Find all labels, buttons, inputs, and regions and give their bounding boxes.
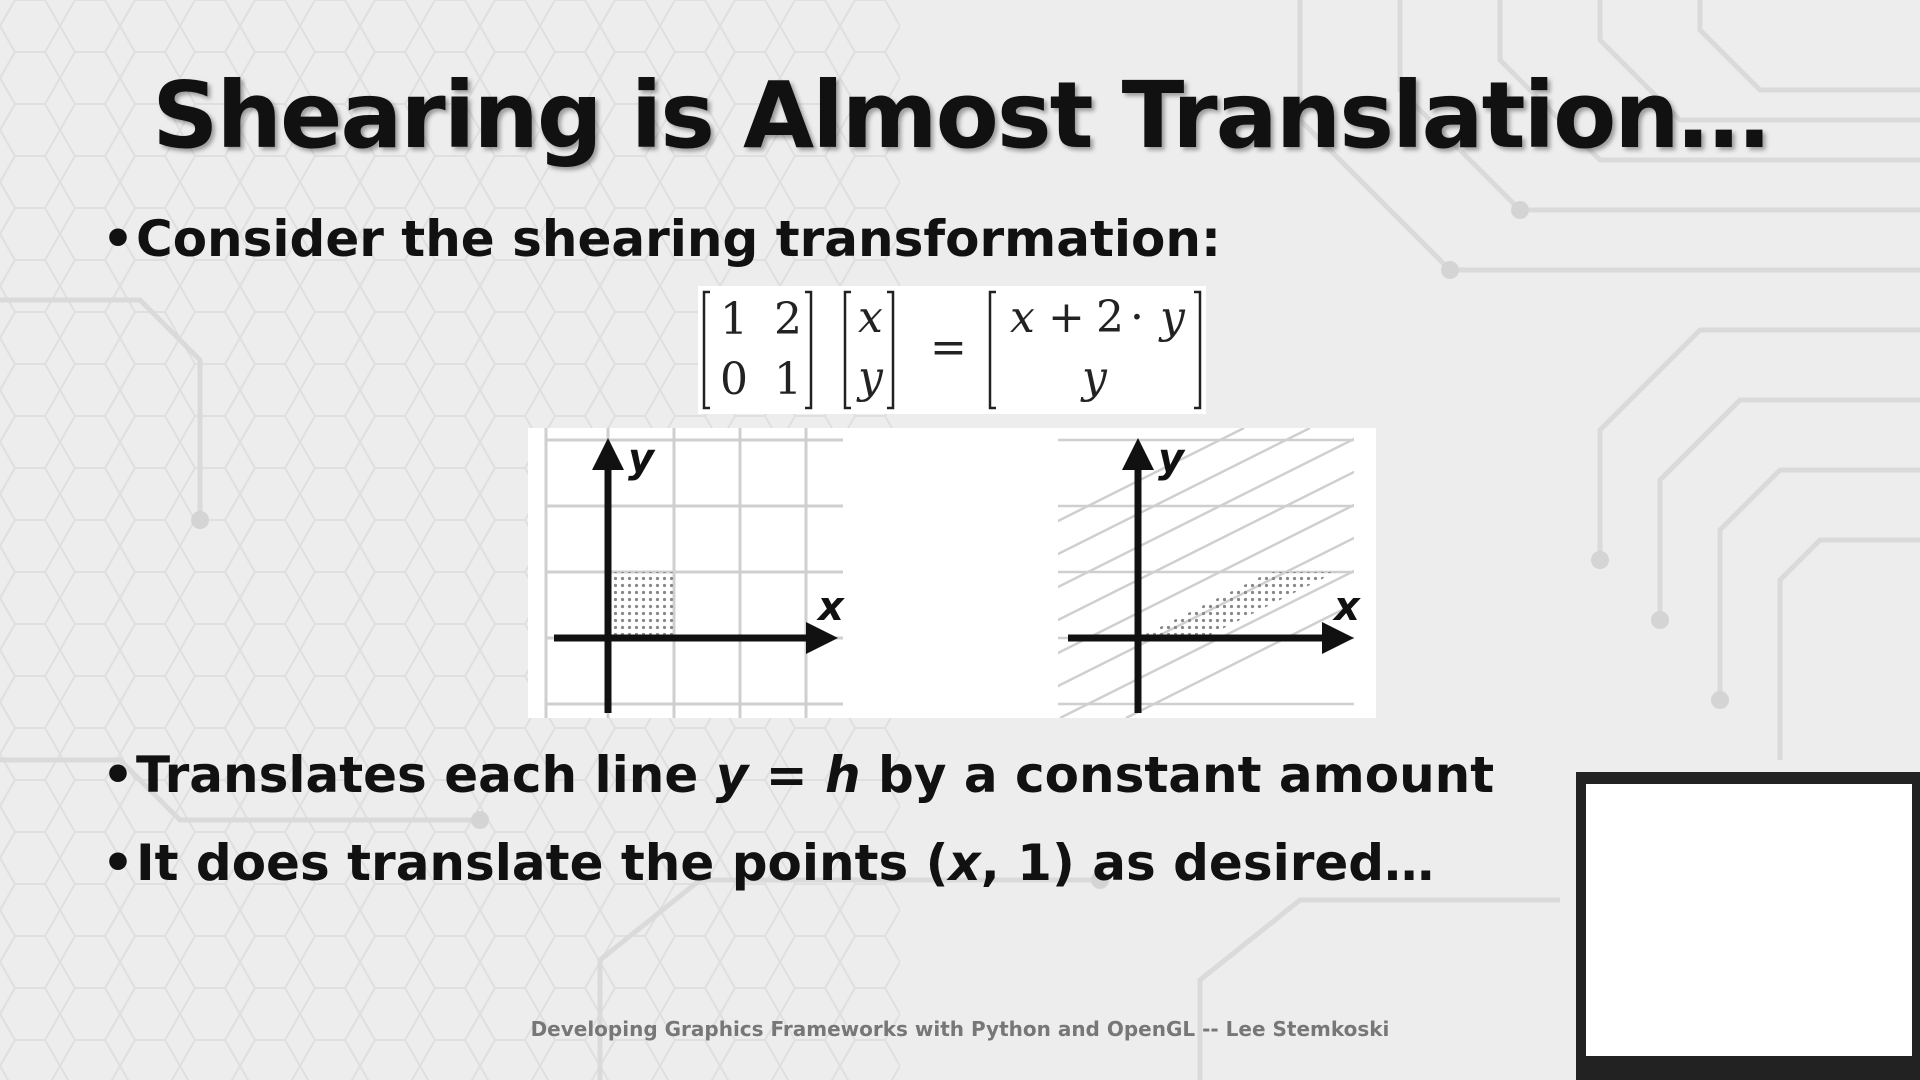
right-y-arrow <box>1122 438 1154 470</box>
bullet-translates: •Translates each line y = h by a constan… <box>102 746 1494 804</box>
matrix-a22: 1 <box>774 354 802 405</box>
vector-y: y <box>858 352 883 403</box>
bullet-translate-points: •It does translate the points (x, 1) as … <box>102 834 1434 892</box>
bullet-dot: • <box>102 210 134 268</box>
webcam-overlay <box>1576 772 1920 1080</box>
left-x-label: x <box>816 584 845 630</box>
shear-figure-svg: y x y x <box>544 428 1361 718</box>
left-axes <box>554 456 818 713</box>
vector-x: x <box>858 292 883 343</box>
var-y: y <box>715 746 749 804</box>
equals-sign: = <box>930 322 967 373</box>
var-x: x <box>948 834 981 892</box>
left-y-arrow <box>592 438 624 470</box>
result-y: y <box>1160 292 1185 343</box>
right-y-label: y <box>1158 436 1186 482</box>
matrix-a12: 2 <box>774 294 802 345</box>
result-plus: + <box>1048 292 1085 343</box>
webcam-frame <box>1586 784 1912 1056</box>
bullet-dot: • <box>102 834 134 892</box>
var-h: h <box>825 746 861 804</box>
matrix-a21: 0 <box>720 354 748 405</box>
result-dot: · <box>1130 292 1144 343</box>
bullet-text: Translates each line <box>136 746 716 804</box>
matrix-a11: 1 <box>720 294 748 345</box>
shear-figure: y x y x <box>528 428 1376 718</box>
slide-title: Shearing is Almost Translation… <box>152 62 1770 169</box>
left-y-label: y <box>628 436 656 482</box>
bullet-text: by a constant amount <box>860 746 1495 804</box>
bullet-text: Consider the shearing transformation: <box>136 210 1221 268</box>
bullet-text: , 1) as desired… <box>980 834 1435 892</box>
left-grid <box>544 428 843 718</box>
bullet-consider: •Consider the shearing transformation: <box>102 210 1221 268</box>
result-x: x <box>1010 292 1035 343</box>
right-x-label: x <box>1332 584 1361 630</box>
result-bottom-y: y <box>1082 352 1107 403</box>
bullet-text: It does translate the points ( <box>136 834 949 892</box>
bullet-text: = <box>748 746 826 804</box>
shear-equation: 1 2 0 1 x y = x + 2 · y y <box>698 286 1206 414</box>
unit-square <box>608 572 674 638</box>
bullet-dot: • <box>102 746 134 804</box>
result-two: 2 <box>1096 292 1124 343</box>
